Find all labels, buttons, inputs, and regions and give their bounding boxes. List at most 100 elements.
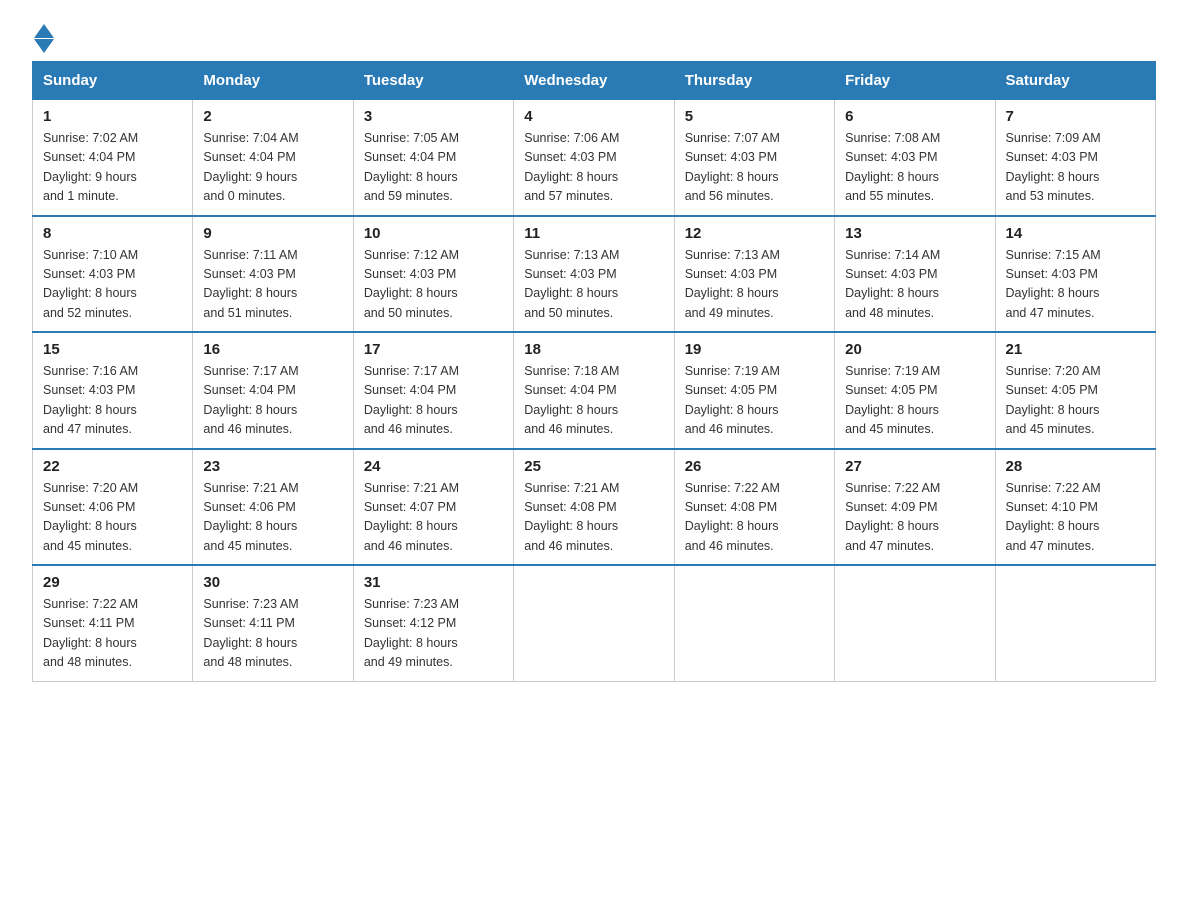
day-info: Sunrise: 7:22 AMSunset: 4:09 PMDaylight:… [845, 479, 984, 557]
page-header [32, 24, 1156, 49]
week-row-5: 29Sunrise: 7:22 AMSunset: 4:11 PMDayligh… [33, 565, 1156, 681]
day-info: Sunrise: 7:04 AMSunset: 4:04 PMDaylight:… [203, 129, 342, 207]
day-number: 7 [1006, 108, 1145, 125]
calendar-cell: 1 Sunrise: 7:02 AMSunset: 4:04 PMDaylight… [33, 100, 193, 216]
calendar-cell: 8 Sunrise: 7:10 AMSunset: 4:03 PMDaylight… [33, 216, 193, 333]
day-number: 28 [1006, 458, 1145, 475]
calendar-cell: 3 Sunrise: 7:05 AMSunset: 4:04 PMDaylight… [353, 100, 513, 216]
day-info: Sunrise: 7:21 AMSunset: 4:08 PMDaylight:… [524, 479, 663, 557]
calendar-cell: 27 Sunrise: 7:22 AMSunset: 4:09 PMDayligh… [835, 449, 995, 566]
calendar-cell: 23 Sunrise: 7:21 AMSunset: 4:06 PMDayligh… [193, 449, 353, 566]
day-info: Sunrise: 7:06 AMSunset: 4:03 PMDaylight:… [524, 129, 663, 207]
weekday-header-tuesday: Tuesday [353, 62, 513, 100]
weekday-header-friday: Friday [835, 62, 995, 100]
calendar-cell: 21Sunrise: 7:20 AMSunset: 4:05 PMDayligh… [995, 332, 1155, 449]
day-number: 27 [845, 458, 984, 475]
calendar-table: SundayMondayTuesdayWednesdayThursdayFrid… [32, 61, 1156, 682]
calendar-cell: 20 Sunrise: 7:19 AMSunset: 4:05 PMDayligh… [835, 332, 995, 449]
week-row-4: 22 Sunrise: 7:20 AMSunset: 4:06 PMDayligh… [33, 449, 1156, 566]
day-info: Sunrise: 7:20 AMSunset: 4:06 PMDaylight:… [43, 479, 182, 557]
calendar-cell: 16 Sunrise: 7:17 AMSunset: 4:04 PMDayligh… [193, 332, 353, 449]
day-info: Sunrise: 7:16 AMSunset: 4:03 PMDaylight:… [43, 362, 182, 440]
calendar-cell [995, 565, 1155, 681]
weekday-header-row: SundayMondayTuesdayWednesdayThursdayFrid… [33, 62, 1156, 100]
logo-triangle-down [34, 39, 54, 53]
calendar-cell [514, 565, 674, 681]
weekday-header-monday: Monday [193, 62, 353, 100]
day-number: 21 [1006, 341, 1145, 358]
calendar-cell: 9 Sunrise: 7:11 AMSunset: 4:03 PMDaylight… [193, 216, 353, 333]
calendar-cell [835, 565, 995, 681]
day-info: Sunrise: 7:23 AMSunset: 4:12 PMDaylight:… [364, 595, 503, 673]
day-number: 25 [524, 458, 663, 475]
calendar-cell: 15Sunrise: 7:16 AMSunset: 4:03 PMDayligh… [33, 332, 193, 449]
calendar-cell [674, 565, 834, 681]
calendar-cell: 25 Sunrise: 7:21 AMSunset: 4:08 PMDayligh… [514, 449, 674, 566]
day-number: 13 [845, 225, 984, 242]
calendar-cell: 19 Sunrise: 7:19 AMSunset: 4:05 PMDayligh… [674, 332, 834, 449]
day-info: Sunrise: 7:10 AMSunset: 4:03 PMDaylight:… [43, 246, 182, 324]
day-info: Sunrise: 7:09 AMSunset: 4:03 PMDaylight:… [1006, 129, 1145, 207]
day-info: Sunrise: 7:13 AMSunset: 4:03 PMDaylight:… [685, 246, 824, 324]
day-number: 26 [685, 458, 824, 475]
day-info: Sunrise: 7:07 AMSunset: 4:03 PMDaylight:… [685, 129, 824, 207]
day-number: 5 [685, 108, 824, 125]
calendar-cell: 2 Sunrise: 7:04 AMSunset: 4:04 PMDaylight… [193, 100, 353, 216]
day-info: Sunrise: 7:21 AMSunset: 4:07 PMDaylight:… [364, 479, 503, 557]
logo [32, 24, 54, 49]
weekday-header-sunday: Sunday [33, 62, 193, 100]
day-number: 2 [203, 108, 342, 125]
calendar-cell: 10 Sunrise: 7:12 AMSunset: 4:03 PMDayligh… [353, 216, 513, 333]
weekday-header-thursday: Thursday [674, 62, 834, 100]
week-row-1: 1 Sunrise: 7:02 AMSunset: 4:04 PMDaylight… [33, 100, 1156, 216]
day-number: 19 [685, 341, 824, 358]
day-info: Sunrise: 7:08 AMSunset: 4:03 PMDaylight:… [845, 129, 984, 207]
day-number: 10 [364, 225, 503, 242]
calendar-cell: 26 Sunrise: 7:22 AMSunset: 4:08 PMDayligh… [674, 449, 834, 566]
day-number: 31 [364, 574, 503, 591]
day-info: Sunrise: 7:17 AMSunset: 4:04 PMDaylight:… [203, 362, 342, 440]
logo-triangle-up [34, 24, 54, 38]
calendar-cell: 12Sunrise: 7:13 AMSunset: 4:03 PMDayligh… [674, 216, 834, 333]
week-row-3: 15Sunrise: 7:16 AMSunset: 4:03 PMDayligh… [33, 332, 1156, 449]
weekday-header-wednesday: Wednesday [514, 62, 674, 100]
day-number: 23 [203, 458, 342, 475]
day-number: 11 [524, 225, 663, 242]
calendar-cell: 17Sunrise: 7:17 AMSunset: 4:04 PMDayligh… [353, 332, 513, 449]
day-info: Sunrise: 7:22 AMSunset: 4:08 PMDaylight:… [685, 479, 824, 557]
day-number: 8 [43, 225, 182, 242]
day-number: 24 [364, 458, 503, 475]
calendar-cell: 29Sunrise: 7:22 AMSunset: 4:11 PMDayligh… [33, 565, 193, 681]
calendar-cell: 28 Sunrise: 7:22 AMSunset: 4:10 PMDayligh… [995, 449, 1155, 566]
day-number: 4 [524, 108, 663, 125]
day-number: 14 [1006, 225, 1145, 242]
calendar-cell: 11 Sunrise: 7:13 AMSunset: 4:03 PMDayligh… [514, 216, 674, 333]
calendar-cell: 14Sunrise: 7:15 AMSunset: 4:03 PMDayligh… [995, 216, 1155, 333]
day-number: 22 [43, 458, 182, 475]
day-number: 1 [43, 108, 182, 125]
calendar-cell: 22 Sunrise: 7:20 AMSunset: 4:06 PMDayligh… [33, 449, 193, 566]
day-number: 29 [43, 574, 182, 591]
day-info: Sunrise: 7:13 AMSunset: 4:03 PMDaylight:… [524, 246, 663, 324]
calendar-cell: 13Sunrise: 7:14 AMSunset: 4:03 PMDayligh… [835, 216, 995, 333]
day-number: 9 [203, 225, 342, 242]
day-number: 16 [203, 341, 342, 358]
day-info: Sunrise: 7:19 AMSunset: 4:05 PMDaylight:… [845, 362, 984, 440]
day-info: Sunrise: 7:05 AMSunset: 4:04 PMDaylight:… [364, 129, 503, 207]
day-info: Sunrise: 7:22 AMSunset: 4:10 PMDaylight:… [1006, 479, 1145, 557]
day-number: 6 [845, 108, 984, 125]
calendar-cell: 7 Sunrise: 7:09 AMSunset: 4:03 PMDaylight… [995, 100, 1155, 216]
calendar-cell: 30Sunrise: 7:23 AMSunset: 4:11 PMDayligh… [193, 565, 353, 681]
day-number: 20 [845, 341, 984, 358]
day-info: Sunrise: 7:21 AMSunset: 4:06 PMDaylight:… [203, 479, 342, 557]
weekday-header-saturday: Saturday [995, 62, 1155, 100]
calendar-cell: 31 Sunrise: 7:23 AMSunset: 4:12 PMDayligh… [353, 565, 513, 681]
day-info: Sunrise: 7:17 AMSunset: 4:04 PMDaylight:… [364, 362, 503, 440]
day-info: Sunrise: 7:02 AMSunset: 4:04 PMDaylight:… [43, 129, 182, 207]
day-info: Sunrise: 7:12 AMSunset: 4:03 PMDaylight:… [364, 246, 503, 324]
day-number: 3 [364, 108, 503, 125]
day-info: Sunrise: 7:11 AMSunset: 4:03 PMDaylight:… [203, 246, 342, 324]
calendar-cell: 5 Sunrise: 7:07 AMSunset: 4:03 PMDaylight… [674, 100, 834, 216]
day-info: Sunrise: 7:19 AMSunset: 4:05 PMDaylight:… [685, 362, 824, 440]
calendar-cell: 6 Sunrise: 7:08 AMSunset: 4:03 PMDaylight… [835, 100, 995, 216]
